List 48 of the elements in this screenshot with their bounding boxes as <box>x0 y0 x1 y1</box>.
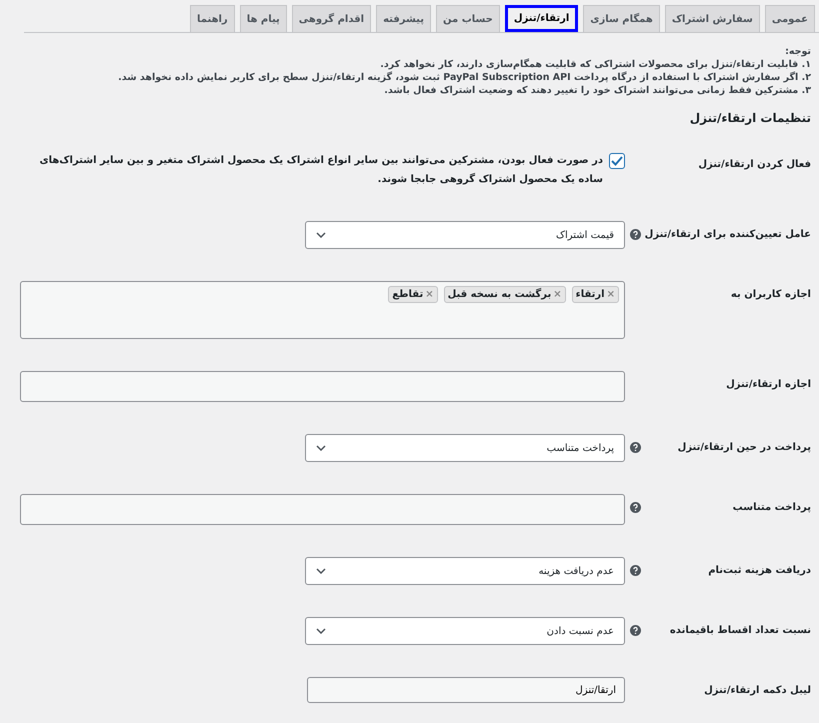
multiselect-field[interactable]: × ارتقاء × برگشت به نسخه قبل × تقاطع <box>20 281 625 339</box>
setting-label: پرداخت متناسب <box>732 501 812 515</box>
tab[interactable]: سفارش اشتراک <box>664 5 760 32</box>
notice-text: ۱. قابلیت ارتقاء/تنزل برای محصولات اشتراکی که قابلیت همگام‌سازی دارند، کار نخواهد کرد. <box>379 58 811 71</box>
section-heading: تنظیمات ارتقاء/تنزل <box>688 111 811 125</box>
tab[interactable]: راهنما <box>190 5 235 32</box>
text-input[interactable]: ارتقا/تنزل <box>307 677 625 703</box>
setting-label: دریافت هزینه ثبت‌نام <box>707 564 812 578</box>
multiselect-field[interactable] <box>20 371 625 402</box>
chevron-down-icon <box>316 568 326 574</box>
help-icon[interactable] <box>630 565 641 576</box>
tab[interactable]: عمومی <box>764 5 815 32</box>
chevron-down-icon <box>316 445 326 451</box>
help-icon[interactable] <box>630 502 641 513</box>
remove-tag-button[interactable]: × <box>606 289 615 300</box>
setting-label: فعال کردن ارتقاء/تنزل <box>697 158 812 172</box>
checkbox-description: در صورت فعال بودن، مشترکین می‌توانند بین سایر انواع اشتراک یک محصول اشتراک متغیر و بین سایر اشتراک‌های ساده یک محصول اشتراک گروهی جابجا شوند. <box>38 154 603 187</box>
notice-text: ۳. مشترکین فقط زمانی می‌توانند اشتراک خود را تغییر دهند که وضعیت اشتراک فعال باشد. <box>383 84 811 97</box>
tab[interactable]: ارتقاء/تنزل <box>504 5 578 32</box>
select-dropdown[interactable]: عدم دریافت هزینه <box>305 557 625 585</box>
chevron-down-icon <box>316 232 326 238</box>
tab[interactable]: اقدام گروهی <box>292 5 372 32</box>
help-icon[interactable] <box>630 442 641 453</box>
tab[interactable]: همگام سازی <box>583 5 660 32</box>
remove-tag-button[interactable]: × <box>553 289 562 300</box>
tag-chip[interactable]: × ارتقاء <box>572 286 619 303</box>
setting-label: اجازه کاربران به <box>730 288 812 302</box>
help-icon[interactable] <box>630 625 641 636</box>
setting-label: اجازه ارتقاء/تنزل <box>725 378 812 392</box>
setting-label: پرداخت در حین ارتقاء/تنزل <box>676 441 812 455</box>
notice-title: توجه: <box>784 45 811 58</box>
remove-tag-button[interactable]: × <box>425 289 434 300</box>
setting-label: عامل تعیین‌کننده برای ارتقاء/تنزل <box>644 228 812 242</box>
multiselect-field[interactable] <box>20 494 625 525</box>
tag-chip[interactable]: × تقاطع <box>388 286 438 303</box>
select-dropdown[interactable]: عدم نسبت دادن <box>305 617 625 645</box>
checkbox[interactable] <box>609 153 625 169</box>
select-dropdown[interactable]: پرداخت متناسب <box>305 434 625 462</box>
setting-label: لیبل دکمه ارتقاء/تنزل <box>703 684 812 698</box>
select-dropdown[interactable]: قیمت اشتراک <box>305 221 625 249</box>
tab[interactable]: پیام ها <box>240 5 287 32</box>
notice-text: ۲. اگر سفارش اشتراک با استفاده از درگاه پرداخت PayPal Subscription API ثبت شود، گزینه ارتقاء/تنزل سطح برای کاربر نمایش داده نخواهد شد. <box>117 71 811 84</box>
tab[interactable]: حساب من <box>436 5 500 32</box>
chevron-down-icon <box>316 628 326 634</box>
help-icon[interactable] <box>630 229 641 240</box>
tag-chip[interactable]: × برگشت به نسخه قبل <box>444 286 566 303</box>
tab[interactable]: پیشرفته <box>376 5 432 32</box>
setting-label: نسبت تعداد اقساط باقیمانده <box>668 624 812 638</box>
